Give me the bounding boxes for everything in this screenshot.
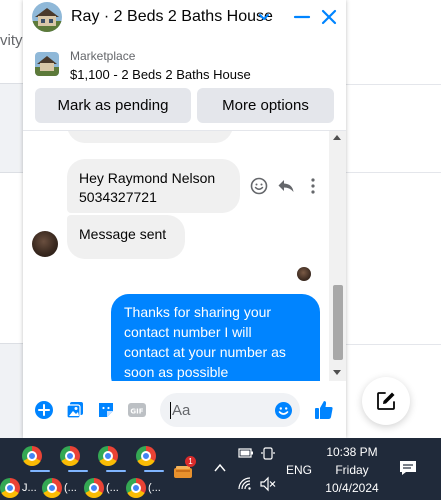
text-caret (170, 402, 171, 419)
reply-icon[interactable] (277, 177, 295, 195)
sticker-icon[interactable] (96, 400, 116, 420)
close-icon[interactable] (318, 6, 340, 28)
listing-thumbnail (35, 52, 59, 76)
listing-source: Marketplace (70, 49, 136, 63)
seen-indicator-avatar (297, 267, 311, 281)
chevron-down-icon[interactable] (257, 10, 271, 24)
clock-date[interactable]: 10/4/2024 (322, 481, 382, 495)
chrome-icon (84, 478, 104, 498)
battery-icon[interactable] (237, 446, 255, 460)
chrome-icon (42, 478, 62, 498)
scrollbar-thumb[interactable] (333, 285, 343, 360)
minimize-icon[interactable] (291, 6, 313, 28)
plus-circle-icon[interactable] (34, 400, 54, 420)
background-activity-text: vity (0, 32, 23, 49)
message-input-box[interactable] (160, 393, 300, 427)
incoming-message-bubble[interactable]: Message sent (67, 215, 185, 259)
phone-link-icon[interactable] (260, 446, 276, 460)
more-actions-icon[interactable] (306, 177, 320, 195)
clock-day[interactable]: Friday (322, 463, 382, 477)
chrome-icon (126, 478, 146, 498)
divider (345, 344, 441, 345)
language-indicator[interactable]: ENG (286, 463, 312, 477)
scroll-down-arrow[interactable] (333, 370, 341, 375)
like-icon[interactable] (313, 399, 335, 421)
taskbar-app-chrome[interactable] (22, 444, 58, 472)
notification-badge: 1 (185, 456, 196, 467)
outgoing-message-bubble[interactable]: Thanks for sharing your contact number I… (111, 294, 320, 381)
chrome-icon (60, 446, 80, 466)
previous-message-bubble (67, 131, 233, 143)
taskbar-app-label: (... (64, 482, 77, 494)
running-indicator (30, 470, 50, 472)
more-options-button[interactable]: More options (197, 88, 334, 123)
taskbar-app-label: (... (148, 482, 161, 494)
clock-time[interactable]: 10:38 PM (322, 445, 382, 459)
message-input[interactable] (172, 401, 267, 419)
chrome-icon (98, 446, 118, 466)
speaker-muted-icon[interactable] (259, 476, 277, 492)
svg-text:GIF: GIF (130, 408, 143, 416)
message-line: Hey Raymond Nelson (79, 170, 216, 186)
taskbar-app-chrome[interactable] (60, 444, 96, 472)
message-line: 5034327721 (79, 189, 157, 205)
mark-as-pending-button[interactable]: Mark as pending (35, 88, 191, 123)
running-indicator (144, 470, 164, 472)
message-line: Message sent (79, 226, 167, 242)
divider (345, 84, 441, 85)
message-composer: GIF (23, 384, 346, 436)
taskbar-app-mail[interactable]: 1 (172, 456, 200, 482)
chat-window: Ray · 2 Beds 2 Baths House Marketplace $… (23, 0, 346, 438)
photo-icon[interactable] (65, 400, 85, 420)
chrome-icon (0, 478, 20, 498)
chevron-up-icon[interactable] (214, 463, 226, 473)
listing-title: $1,100 - 2 Beds 2 Baths House (70, 67, 251, 82)
notification-center-icon[interactable] (398, 459, 418, 477)
listing-avatar[interactable] (32, 2, 62, 32)
new-message-button[interactable] (362, 377, 410, 425)
message-list[interactable]: Hey Raymond Nelson 5034327721 Message se… (23, 131, 329, 381)
running-indicator (68, 470, 88, 472)
message-line: soon as possible (124, 364, 229, 380)
compose-icon (377, 392, 395, 410)
taskbar-app-chrome[interactable] (136, 444, 172, 472)
message-line: contact number I will (124, 324, 252, 340)
taskbar-app-chrome[interactable]: (... (42, 476, 82, 500)
chat-header[interactable]: Ray · 2 Beds 2 Baths House (23, 0, 346, 34)
running-indicator (106, 470, 126, 472)
taskbar-app-chrome[interactable]: (... (126, 476, 166, 500)
scroll-up-arrow[interactable] (333, 135, 341, 140)
divider (345, 172, 441, 173)
wifi-icon[interactable] (237, 476, 253, 492)
scrollbar[interactable] (329, 131, 346, 381)
react-emoji-icon[interactable] (250, 177, 268, 195)
sender-avatar[interactable] (32, 231, 58, 257)
message-line: Thanks for sharing your (124, 304, 272, 320)
taskbar-app-label: (... (106, 482, 119, 494)
taskbar-app-chrome[interactable] (98, 444, 134, 472)
listing-banner[interactable]: Marketplace $1,100 - 2 Beds 2 Baths Hous… (23, 42, 346, 86)
taskbar-app-label: J... (22, 482, 37, 494)
chrome-icon (136, 446, 156, 466)
gif-icon[interactable]: GIF (127, 400, 147, 420)
incoming-message-bubble[interactable]: Hey Raymond Nelson 5034327721 (67, 159, 240, 213)
taskbar-app-chrome[interactable]: J... (0, 476, 40, 500)
chat-title[interactable]: Ray · 2 Beds 2 Baths House (71, 8, 273, 26)
background-right-panel (345, 0, 441, 438)
message-line: contact at your number as (124, 344, 286, 360)
chrome-icon (22, 446, 42, 466)
taskbar-app-chrome[interactable]: (... (84, 476, 124, 500)
emoji-icon[interactable] (274, 401, 293, 420)
